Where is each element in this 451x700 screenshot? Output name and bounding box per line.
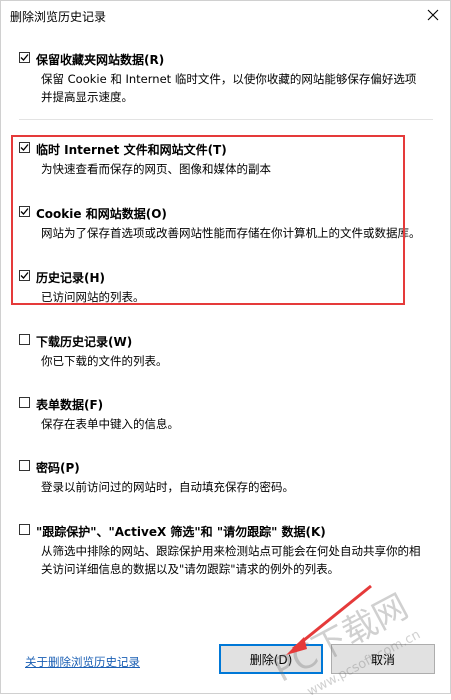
option-label: 保留收藏夹网站数据(R) bbox=[36, 53, 165, 67]
option-label: "跟踪保护"、"ActiveX 筛选"和 "请勿跟踪" 数据(K) bbox=[36, 525, 326, 539]
delete-browsing-history-dialog: 删除浏览历史记录 保留收藏夹网站数据(R) 保留 Cookie 和 Intern… bbox=[0, 0, 451, 700]
delete-button[interactable]: 删除(D) bbox=[219, 644, 323, 674]
checkbox-passwords[interactable] bbox=[19, 460, 30, 471]
title-bar: 删除浏览历史记录 bbox=[1, 1, 451, 31]
option-label: 表单数据(F) bbox=[36, 398, 104, 412]
delete-button-label: 删除(D) bbox=[249, 652, 293, 667]
cancel-button-label: 取消 bbox=[370, 652, 395, 667]
about-delete-history-link[interactable]: 关于删除浏览历史记录 bbox=[25, 654, 140, 670]
option-description: 你已下载的文件的列表。 bbox=[41, 354, 168, 368]
close-icon bbox=[427, 9, 439, 21]
checkbox-tracking-protection[interactable] bbox=[19, 524, 30, 535]
close-button[interactable] bbox=[420, 3, 446, 27]
option-description: 保存在表单中键入的信息。 bbox=[41, 417, 179, 431]
highlight-box bbox=[11, 135, 405, 305]
option-description: 保留 Cookie 和 Internet 临时文件，以使你收藏的网站能够保存偏好… bbox=[41, 72, 417, 104]
option-label: 密码(P) bbox=[36, 461, 80, 475]
checkbox-form-data[interactable] bbox=[19, 397, 30, 408]
checkbox-keep-favorites[interactable] bbox=[19, 52, 30, 63]
cancel-button[interactable]: 取消 bbox=[331, 644, 435, 674]
separator bbox=[19, 119, 433, 120]
checkbox-download-history[interactable] bbox=[19, 334, 30, 345]
option-label: 下载历史记录(W) bbox=[36, 335, 133, 349]
option-description: 从筛选中排除的网站、跟踪保护用来检测站点可能会在何处自动共享你的相关访问详细信息… bbox=[41, 544, 421, 576]
checkmark-icon bbox=[20, 54, 29, 61]
option-description: 登录以前访问过的网站时，自动填充保存的密码。 bbox=[41, 480, 294, 494]
watermark-logo: PC下载网 bbox=[266, 586, 415, 691]
window-title: 删除浏览历史记录 bbox=[10, 10, 107, 24]
